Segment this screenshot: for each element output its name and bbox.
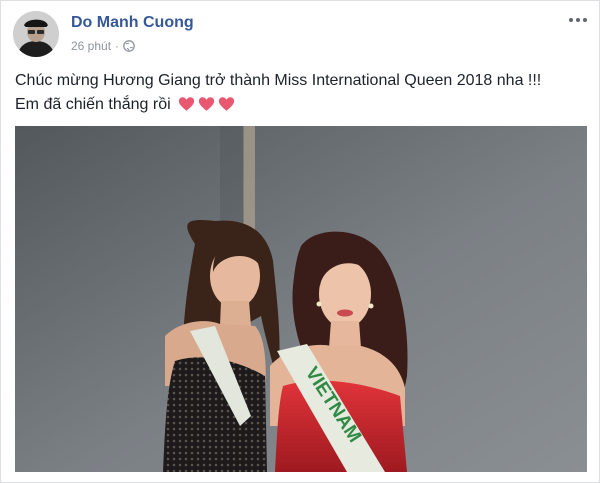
heart-icon (178, 97, 195, 111)
hearts-emoji (178, 96, 235, 112)
heart-icon (218, 97, 235, 111)
post-card: Do Manh Cuong 26 phút · Chúc mừng Hương … (0, 0, 600, 483)
post-text-line-2-content: Em đã chiến thắng rồi (15, 96, 171, 113)
avatar[interactable] (13, 11, 59, 57)
more-options-icon[interactable] (569, 15, 587, 25)
post-photo[interactable]: VIETNAM (15, 126, 587, 472)
photo-image: VIETNAM (15, 126, 587, 472)
avatar-image (13, 11, 59, 57)
heart-icon (198, 97, 215, 111)
post-text-line-1: Chúc mừng Hương Giang trở thành Miss Int… (15, 72, 542, 89)
meta-separator: · (115, 39, 120, 53)
post-text-line-2: Em đã chiến thắng rồi (15, 93, 587, 117)
post-text: Chúc mừng Hương Giang trở thành Miss Int… (15, 69, 587, 117)
globe-icon[interactable] (123, 40, 135, 52)
post-timestamp[interactable]: 26 phút (71, 39, 111, 53)
post-meta: 26 phút · (71, 39, 135, 53)
author-name[interactable]: Do Manh Cuong (71, 14, 194, 32)
